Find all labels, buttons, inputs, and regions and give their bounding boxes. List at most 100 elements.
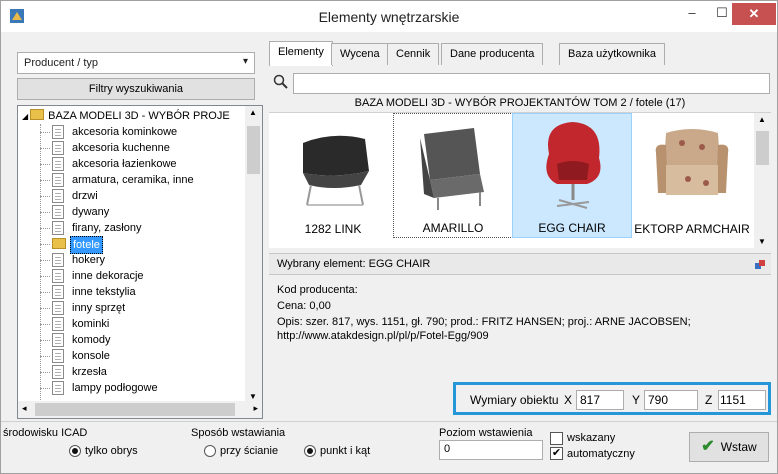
insert-button[interactable]: ✔ Wstaw — [689, 432, 769, 462]
producer-code: Kod producenta: — [277, 284, 358, 296]
tree-connector — [40, 164, 50, 165]
collapse-icon[interactable]: ◢ — [22, 112, 28, 121]
automatic-label: automatyczny — [567, 448, 635, 460]
producer-type-select[interactable]: Producent / typ ▾ — [17, 52, 255, 74]
document-icon — [52, 141, 64, 155]
gallery-item-1282-link[interactable]: 1282 LINK — [273, 113, 393, 238]
tree-item-label: kominki — [72, 318, 110, 330]
scroll-down-icon[interactable]: ▼ — [758, 237, 766, 246]
chair-image — [303, 135, 369, 206]
document-icon — [52, 173, 64, 187]
scroll-down-icon[interactable]: ▼ — [249, 392, 257, 401]
selected-element-bar: Wybrany element: EGG CHAIR — [269, 253, 771, 275]
tree-item-label: lampy podłogowe — [72, 382, 158, 394]
search-input[interactable] — [293, 73, 770, 94]
gallery-scroll-thumb[interactable] — [756, 131, 769, 165]
tree-item-label: akcesoria łazienkowe — [72, 158, 177, 170]
icad-outline-label: tylko obrys — [85, 445, 138, 457]
description: Opis: szer. 817, wys. 1151, gł. 790; pro… — [277, 316, 691, 328]
document-icon — [52, 381, 64, 395]
tree-connector — [40, 260, 50, 261]
tree-item-label: krzesła — [72, 366, 107, 378]
document-icon — [52, 333, 64, 347]
tree-item-label: akcesoria kuchenne — [72, 142, 170, 154]
indicated-checkbox[interactable] — [550, 432, 563, 445]
tab-cennik[interactable]: Cennik — [387, 43, 440, 65]
tab-elementy[interactable]: Elementy — [269, 41, 333, 66]
tree-item-label: drzwi — [72, 190, 98, 202]
object-dimensions: Wymiary obiektu X 817 Y 790 Z 1151 — [453, 382, 771, 415]
gallery-header: BAZA MODELI 3D - WYBÓR PROJEKTANTÓW TOM … — [269, 97, 771, 113]
z-label: Z — [705, 393, 713, 407]
document-icon — [52, 269, 64, 283]
insert-button-label: Wstaw — [720, 440, 757, 454]
point-angle-radio[interactable] — [304, 445, 316, 457]
tree-vertical-scrollbar[interactable]: ▲ ▼ — [245, 106, 262, 403]
chair-image — [420, 128, 484, 210]
tree-connector — [40, 180, 50, 181]
tab-wycena[interactable]: Wycena — [331, 43, 389, 65]
tree-vscroll-thumb[interactable] — [247, 126, 260, 174]
gallery-item-label: 1282 LINK — [304, 222, 362, 236]
selected-element-label: Wybrany element: EGG CHAIR — [277, 258, 431, 270]
bottom-panel: środowisku ICAD tylko obrys Sposób wstaw… — [1, 421, 777, 473]
dimension-z-input[interactable]: 1151 — [718, 390, 766, 410]
tree-item-label: hokery — [72, 254, 106, 266]
tree-connector — [40, 148, 50, 149]
search-filters-button[interactable]: Filtry wyszukiwania — [17, 78, 255, 100]
document-icon — [52, 285, 64, 299]
checkmark-icon: ✔ — [701, 438, 715, 455]
gallery-item-ektorp-armchair[interactable]: EKTORP ARMCHAIR — [632, 113, 752, 238]
tree-root[interactable]: ◢ BAZA MODELI 3D - WYBÓR PROJE — [22, 108, 230, 124]
tree-horizontal-scrollbar[interactable]: ◂ ▸ — [18, 401, 262, 418]
document-icon — [52, 157, 64, 171]
tree-connector — [40, 388, 50, 389]
divider — [1, 421, 777, 422]
tab-dane-producenta[interactable]: Dane producenta — [441, 43, 544, 65]
gallery-scrollbar[interactable]: ▲ ▼ — [754, 113, 771, 248]
link-icon[interactable] — [755, 260, 765, 270]
document-icon — [52, 317, 64, 331]
scroll-left-icon[interactable]: ◂ — [22, 403, 27, 414]
tree-connector — [40, 292, 50, 293]
model-gallery: 1282 LINK AMARILLO EGG CHAIR EKTORP ARMC… — [269, 113, 771, 248]
scroll-up-icon[interactable]: ▲ — [249, 108, 257, 117]
tree-item-label: komody — [72, 334, 111, 346]
at-wall-radio[interactable] — [204, 445, 216, 457]
tree-root-label: BAZA MODELI 3D - WYBÓR PROJE — [48, 110, 230, 122]
category-tree[interactable]: ◢ BAZA MODELI 3D - WYBÓR PROJE akcesoria k… — [17, 105, 263, 419]
at-wall-label: przy ścianie — [220, 445, 279, 457]
tab-baza-uzytkownika[interactable]: Baza użytkownika — [559, 43, 666, 65]
insertion-level-input[interactable]: 0 — [439, 440, 543, 460]
minimize-button[interactable]: – — [677, 3, 707, 25]
tree-connector — [40, 276, 50, 277]
scroll-up-icon[interactable]: ▲ — [758, 115, 766, 124]
tree-connector — [40, 132, 50, 133]
tree-hscroll-thumb[interactable] — [35, 403, 235, 416]
document-icon — [52, 365, 64, 379]
gallery-item-egg-chair[interactable]: EGG CHAIR — [512, 113, 632, 238]
tree-item-label: konsole — [72, 350, 110, 362]
document-icon — [52, 221, 64, 235]
document-icon — [52, 301, 64, 315]
document-icon — [52, 125, 64, 139]
search-icon — [273, 74, 288, 89]
gallery-item-amarillo[interactable]: AMARILLO — [393, 113, 513, 238]
tree-item-label: inne tekstylia — [72, 286, 136, 298]
tree-connector — [40, 244, 50, 245]
document-icon — [52, 205, 64, 219]
dimension-y-input[interactable]: 790 — [644, 390, 698, 410]
close-button[interactable]: ✕ — [732, 3, 776, 25]
dimension-x-input[interactable]: 817 — [576, 390, 624, 410]
scroll-right-icon[interactable]: ▸ — [253, 403, 258, 414]
indicated-label: wskazany — [567, 432, 616, 444]
chevron-down-icon: ▾ — [242, 56, 248, 67]
icad-outline-radio[interactable] — [69, 445, 81, 457]
chair-image — [546, 122, 601, 209]
chair-image — [655, 129, 729, 195]
document-icon — [52, 349, 64, 363]
tree-connector — [40, 308, 50, 309]
element-details: Kod producenta: Cena: 0,00 Opis: szer. 8… — [269, 277, 771, 381]
product-url: http://www.atakdesign.pl/pl/p/Fotel-Egg/… — [277, 330, 489, 342]
automatic-checkbox[interactable]: ✔ — [550, 447, 563, 460]
